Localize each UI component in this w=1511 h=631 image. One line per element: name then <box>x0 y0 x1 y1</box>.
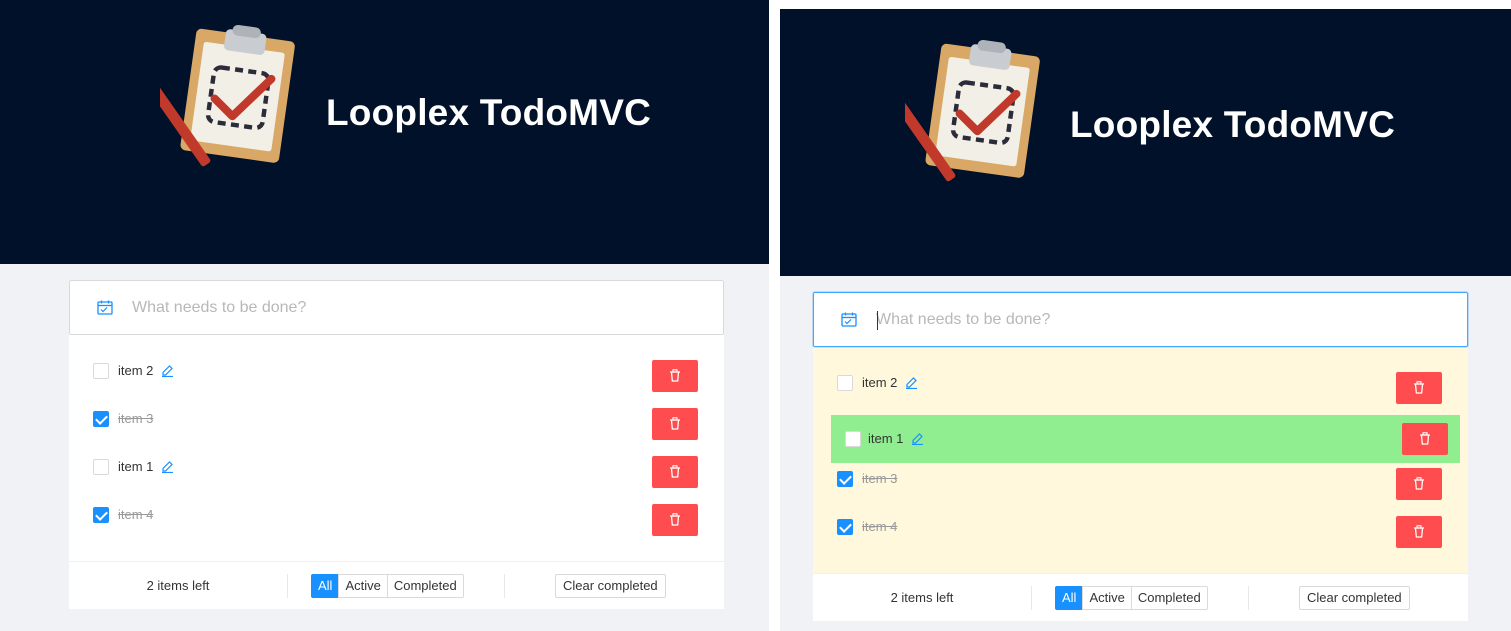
todo-label[interactable]: item 4 <box>118 507 153 522</box>
todo-item: item 2 <box>69 346 724 394</box>
filter-active-button[interactable]: Active <box>338 574 388 598</box>
items-left-count: 2 items left <box>146 578 210 593</box>
app-title: Looplex TodoMVC <box>1070 104 1395 145</box>
divider <box>1248 586 1249 610</box>
delete-button[interactable] <box>1396 372 1442 404</box>
dragging-todo-item[interactable]: item 1 <box>831 415 1460 463</box>
todo-checkbox[interactable] <box>837 519 853 535</box>
delete-button[interactable] <box>1396 468 1442 500</box>
todo-checkbox[interactable] <box>93 363 109 379</box>
todo-item: item 1 <box>69 442 724 490</box>
todo-footer: 2 items left All Active Completed Clear … <box>813 573 1468 621</box>
trash-icon <box>669 369 681 382</box>
trash-icon <box>669 513 681 526</box>
todo-checkbox[interactable] <box>93 507 109 523</box>
app-title: Looplex TodoMVC <box>326 92 651 133</box>
new-todo-field[interactable] <box>813 292 1468 347</box>
calendar-icon <box>841 312 857 327</box>
todo-item: item 3 <box>69 394 724 442</box>
delete-button[interactable] <box>1402 423 1448 455</box>
todo-item: item 4 <box>69 490 724 538</box>
todo-label[interactable]: item 3 <box>862 471 897 486</box>
pencil-icon[interactable] <box>161 364 174 377</box>
filter-active-button[interactable]: Active <box>1082 586 1132 610</box>
todo-label[interactable]: item 1 <box>868 431 903 446</box>
delete-button[interactable] <box>652 408 698 440</box>
todo-label[interactable]: item 4 <box>862 519 897 534</box>
trash-icon <box>669 417 681 430</box>
header-banner: Looplex TodoMVC <box>780 9 1511 276</box>
pencil-icon[interactable] <box>161 460 174 473</box>
trash-icon <box>1413 477 1425 490</box>
text-caret <box>877 311 878 330</box>
new-todo-field[interactable] <box>69 280 724 335</box>
todo-checkbox[interactable] <box>837 471 853 487</box>
clipboard-check-logo-icon <box>160 22 310 182</box>
delete-button[interactable] <box>652 504 698 536</box>
divider <box>504 574 505 598</box>
todo-list: item 2 item 3 item 1 item 4 <box>69 336 724 561</box>
filter-all-button[interactable]: All <box>1055 586 1084 610</box>
filter-all-button[interactable]: All <box>311 574 340 598</box>
clear-completed-button[interactable]: Clear completed <box>1299 586 1410 610</box>
delete-button[interactable] <box>652 456 698 488</box>
todo-card: item 2 item 3 item 1 item 4 2 <box>69 280 724 609</box>
todo-label[interactable]: item 2 <box>118 363 153 378</box>
trash-icon <box>1413 381 1425 394</box>
todo-checkbox[interactable] <box>93 411 109 427</box>
trash-icon <box>1413 525 1425 538</box>
filter-completed-button[interactable]: Completed <box>1130 586 1208 610</box>
pencil-icon[interactable] <box>911 432 924 445</box>
todo-label[interactable]: item 3 <box>118 411 153 426</box>
left-app-panel: Looplex TodoMVC item 2 item 3 item 1 <box>0 0 769 631</box>
trash-icon <box>669 465 681 478</box>
todo-item: item 2 <box>813 358 1468 406</box>
clear-completed-button[interactable]: Clear completed <box>555 574 666 598</box>
todo-label[interactable]: item 2 <box>862 375 897 390</box>
todo-item: item 4 <box>813 502 1468 550</box>
filter-completed-button[interactable]: Completed <box>386 574 464 598</box>
delete-button[interactable] <box>652 360 698 392</box>
divider <box>287 574 288 598</box>
clipboard-check-logo-icon <box>905 37 1055 197</box>
filter-group: All Active Completed <box>1055 586 1208 610</box>
new-todo-input[interactable] <box>132 295 692 321</box>
calendar-icon <box>97 300 113 315</box>
right-app-panel: Looplex TodoMVC item 2 item 3 item 4 <box>780 9 1511 631</box>
divider <box>1031 586 1032 610</box>
todo-label[interactable]: item 1 <box>118 459 153 474</box>
todo-checkbox[interactable] <box>845 431 861 447</box>
items-left-count: 2 items left <box>890 590 954 605</box>
todo-checkbox[interactable] <box>837 375 853 391</box>
pencil-icon[interactable] <box>905 376 918 389</box>
todo-card: item 2 item 3 item 4 item 1 2 items left <box>813 292 1468 621</box>
new-todo-input[interactable] <box>876 307 1436 333</box>
header-banner: Looplex TodoMVC <box>0 0 769 264</box>
delete-button[interactable] <box>1396 516 1442 548</box>
todo-footer: 2 items left All Active Completed Clear … <box>69 561 724 609</box>
filter-group: All Active Completed <box>311 574 464 598</box>
trash-icon <box>1419 432 1431 445</box>
todo-checkbox[interactable] <box>93 459 109 475</box>
